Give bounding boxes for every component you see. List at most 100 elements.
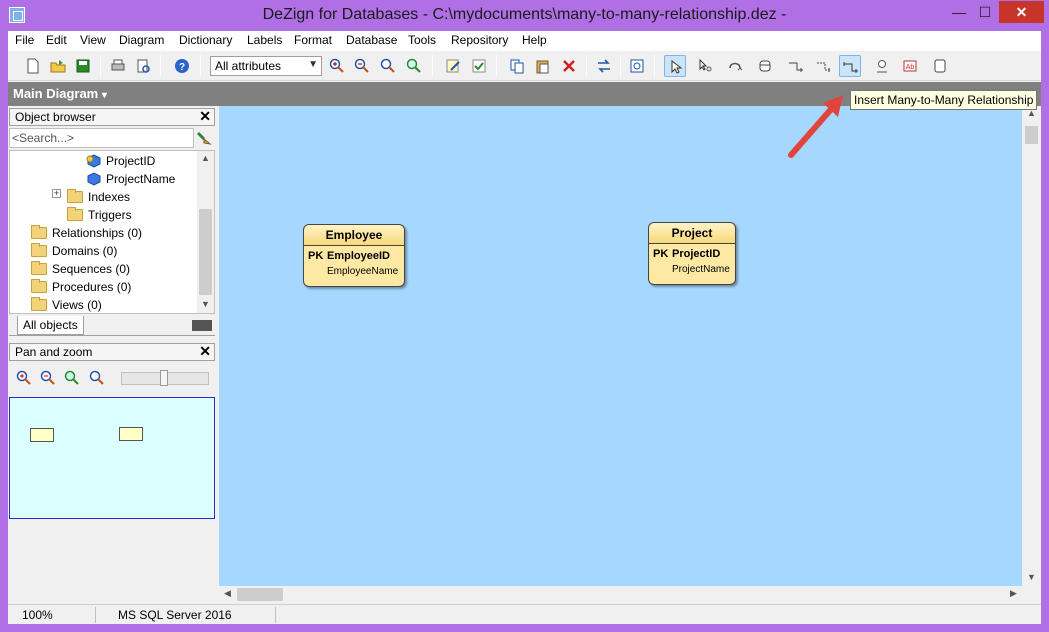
tree-item-domains[interactable]: Domains (0) [31,242,117,260]
vertical-scroll-thumb[interactable] [1025,126,1038,144]
generate-database-icon[interactable] [626,55,648,77]
tree-scrollbar[interactable]: ▲ ▼ [197,151,214,313]
insert-many-to-many-relationship-icon[interactable] [839,55,861,77]
scroll-up-icon[interactable]: ▲ [197,153,214,163]
close-button[interactable]: ✕ [999,1,1044,23]
horizontal-scroll-thumb[interactable] [237,588,283,601]
zoom-in-icon[interactable] [326,55,348,77]
select-pointer-icon[interactable] [664,55,686,77]
pan-zoom-overview[interactable] [9,397,215,519]
zoom-100-icon[interactable] [377,55,399,77]
entity-attribute: EmployeeName [327,266,399,277]
tree-item-relationships[interactable]: Relationships (0) [31,224,142,242]
folder-icon [31,279,47,293]
tab-nav-arrows-icon[interactable] [192,320,212,331]
toolbar-separator [654,55,655,77]
tree-item-projectname[interactable]: ProjectName [85,170,175,188]
expand-icon[interactable]: + [52,189,61,198]
zoom-out-icon[interactable] [37,367,59,389]
insert-shape-icon[interactable] [929,55,951,77]
menu-database[interactable]: Database [346,33,397,47]
tab-all-objects[interactable]: All objects [17,316,84,335]
menu-labels[interactable]: Labels [247,33,282,47]
object-browser-tabs: All objects [9,316,215,336]
delete-icon[interactable] [558,55,580,77]
check-model-icon[interactable] [468,55,490,77]
title-bar: DeZign for Databases - C:\mydocuments\ma… [0,0,1049,31]
insert-note-icon[interactable]: Ab [899,55,921,77]
close-icon[interactable]: ✕ [199,343,211,360]
menu-tools[interactable]: Tools [408,33,436,47]
paste-icon[interactable] [532,55,554,77]
insert-non-identifying-relationship-icon[interactable] [813,55,835,77]
insert-entity-icon[interactable] [754,55,776,77]
pan-zoom-title: Pan and zoom [15,345,93,359]
folder-icon [31,261,47,275]
scroll-right-icon[interactable]: ▶ [1005,588,1022,599]
tree-item-projectid[interactable]: ProjectID [85,152,155,170]
folder-icon [31,243,47,257]
tree-item-views[interactable]: Views (0) [31,296,102,313]
toolbar-tooltip: Insert Many-to-Many Relationship [850,90,1038,110]
entity-employee[interactable]: Employee PK EmployeeID EmployeeName [303,224,405,287]
svg-text:?: ? [179,62,185,73]
insert-entity-pointer-icon[interactable] [694,55,716,77]
menu-view[interactable]: View [80,33,106,47]
toolbar-separator [160,55,161,77]
close-icon[interactable]: ✕ [199,108,211,125]
print-icon[interactable] [107,55,129,77]
menu-help[interactable]: Help [522,33,547,47]
menu-edit[interactable]: Edit [46,33,67,47]
menu-dictionary[interactable]: Dictionary [179,33,232,47]
scroll-left-icon[interactable]: ◀ [219,588,236,599]
primary-key-attribute-icon [85,154,101,168]
tree-item-triggers[interactable]: Triggers [67,206,132,224]
entity-project[interactable]: Project PK ProjectID ProjectName [648,222,736,285]
pan-zoom-header: Pan and zoom ✕ [9,343,215,361]
folder-icon [67,189,83,203]
zoom-fit-icon[interactable] [403,55,425,77]
menu-file[interactable]: File [15,33,34,47]
zoom-fit-icon[interactable] [61,367,83,389]
zoom-slider[interactable] [121,370,209,386]
compare-icon[interactable] [593,55,615,77]
zoom-100-icon[interactable] [86,367,108,389]
insert-relationship-icon[interactable] [785,55,807,77]
tree-item-procedures[interactable]: Procedures (0) [31,278,131,296]
copy-icon[interactable] [506,55,528,77]
scroll-down-icon[interactable]: ▼ [197,299,214,309]
object-tree: ProjectID ProjectName + Indexes Triggers… [9,150,215,314]
attribute-filter-select[interactable]: All attributes ▼ [210,56,322,76]
diagram-canvas[interactable]: Employee PK EmployeeID EmployeeName Proj… [219,106,1041,603]
tree-scroll-thumb[interactable] [199,209,212,295]
toolbar-separator [100,55,101,77]
save-icon[interactable] [72,55,94,77]
menu-diagram[interactable]: Diagram [119,33,164,47]
insert-user-icon[interactable] [871,55,893,77]
entity-attribute: ProjectName [672,264,730,275]
canvas-horizontal-scrollbar[interactable]: ◀ ▶ [219,586,1022,603]
filter-brush-icon[interactable] [196,130,212,149]
menu-repository[interactable]: Repository [451,33,508,47]
insert-subtype-icon[interactable] [724,55,746,77]
attribute-filter-value: All attributes [215,59,282,73]
edit-entity-icon[interactable] [442,55,464,77]
menu-format[interactable]: Format [294,33,332,47]
zoom-slider-thumb[interactable] [160,370,168,386]
zoom-in-icon[interactable] [13,367,35,389]
scroll-down-icon[interactable]: ▼ [1022,572,1041,582]
zoom-out-icon[interactable] [351,55,373,77]
minimize-button[interactable]: — [946,1,972,23]
tree-item-sequences[interactable]: Sequences (0) [31,260,130,278]
help-icon[interactable]: ? [171,55,193,77]
svg-text:Ab: Ab [906,64,915,71]
maximize-button[interactable]: ☐ [972,1,998,23]
object-search-input[interactable]: <Search...> [9,128,194,148]
tree-item-indexes[interactable]: Indexes [67,188,130,206]
toolbar-separator [496,55,497,77]
menu-bar: File Edit View Diagram Dictionary Labels… [8,31,1041,51]
open-folder-icon[interactable] [47,55,69,77]
new-file-icon[interactable] [22,55,44,77]
canvas-vertical-scrollbar[interactable]: ▲ ▼ [1022,106,1041,603]
print-preview-icon[interactable] [132,55,154,77]
